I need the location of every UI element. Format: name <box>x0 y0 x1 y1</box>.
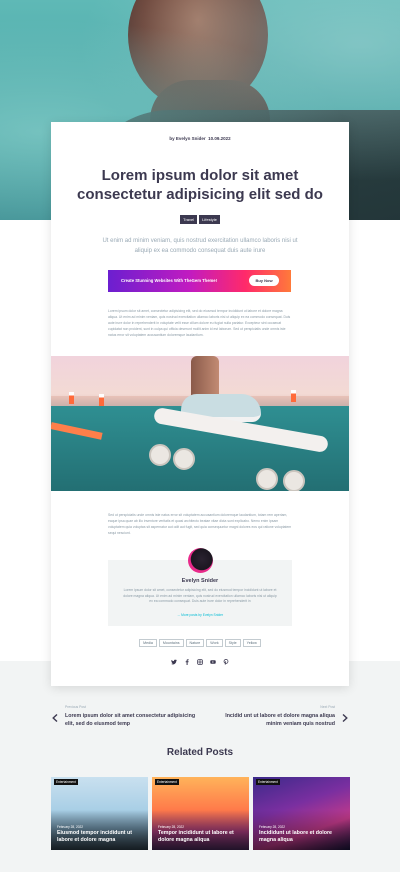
facebook-icon[interactable] <box>181 659 194 667</box>
category-badge[interactable]: Entertainment <box>256 779 280 785</box>
tag-link[interactable]: Style <box>224 639 241 647</box>
buy-now-button[interactable]: Buy Now <box>249 275 279 286</box>
previous-post-label: Previous Post <box>65 705 86 709</box>
post-date: February 28, 2022 <box>259 825 286 829</box>
post-image-skateboard <box>51 356 349 491</box>
tag-link[interactable]: Yellow <box>242 639 261 647</box>
post-lead: Ut enim ad minim veniam, quis nostrud ex… <box>102 238 298 254</box>
post-categories: Travel Lifestyle <box>51 215 349 224</box>
post-card: by Evelyn Snider 10.09.2022 Lorem ipsum … <box>51 122 349 686</box>
youtube-icon[interactable] <box>207 659 220 667</box>
tag-link[interactable]: Nature <box>185 639 205 647</box>
next-post-link[interactable]: Incidid unt ut labore et dolore magna al… <box>215 712 335 728</box>
previous-post-link[interactable]: Lorem ipsum dolor sit amet consectetur a… <box>65 712 205 728</box>
author-bio: Lorem ipsum dolor sit amet, consectetur … <box>123 588 277 603</box>
more-posts-link[interactable]: → More posts by Evelyn Snider <box>108 613 292 617</box>
post-meta: by Evelyn Snider 10.09.2022 <box>51 136 349 141</box>
tag-link[interactable]: Work <box>206 639 223 647</box>
post-tags: Media Mountains Nature Work Style Yellow <box>51 639 349 647</box>
related-post-title[interactable]: Eiusmod tempor incididunt ut labore et d… <box>57 830 143 844</box>
related-posts-heading: Related Posts <box>166 747 234 758</box>
chevron-left-icon[interactable] <box>52 713 58 724</box>
author-byline[interactable]: by Evelyn Snider <box>169 136 205 141</box>
next-post-label: Next Post <box>320 705 335 709</box>
instagram-icon[interactable] <box>194 659 207 667</box>
related-post-title[interactable]: Tempor incididunt ut labore et dolore ma… <box>158 830 244 844</box>
pinterest-icon[interactable] <box>220 659 233 667</box>
promo-banner[interactable]: Create Stunning Websites With TheGem The… <box>108 270 291 292</box>
twitter-icon[interactable] <box>168 659 181 667</box>
related-post-card[interactable]: Entertainment February 28, 2022 Eiusmod … <box>51 777 148 850</box>
promo-text: Create Stunning Websites With TheGem The… <box>121 278 217 283</box>
social-share <box>51 659 349 667</box>
avatar[interactable] <box>188 548 213 573</box>
post-date: 10.09.2022 <box>208 136 231 141</box>
related-post-title[interactable]: Incididunt ut labore et dolore magna ali… <box>259 830 345 844</box>
post-date: February 28, 2022 <box>158 825 185 829</box>
post-paragraph: Lorem ipsum dolor sit amet, consectetur … <box>108 309 291 337</box>
post-paragraph: Sed ut perspiciatis unde omnis iste natu… <box>108 513 292 535</box>
related-post-card[interactable]: Entertainment February 28, 2022 Incididu… <box>253 777 350 850</box>
tag-link[interactable]: Media <box>139 639 157 647</box>
author-name[interactable]: Evelyn Snider <box>108 578 292 584</box>
category-badge[interactable]: Entertainment <box>54 779 78 785</box>
chevron-right-icon[interactable] <box>342 713 348 724</box>
category-tag[interactable]: Lifestyle <box>199 215 220 224</box>
tag-link[interactable]: Mountains <box>158 639 184 647</box>
post-title: Lorem ipsum dolor sit amet consectetur a… <box>77 167 323 203</box>
category-badge[interactable]: Entertainment <box>155 779 179 785</box>
category-tag[interactable]: Travel <box>180 215 198 224</box>
related-post-card[interactable]: Entertainment February 28, 2022 Tempor i… <box>152 777 249 850</box>
post-date: February 28, 2022 <box>57 825 84 829</box>
